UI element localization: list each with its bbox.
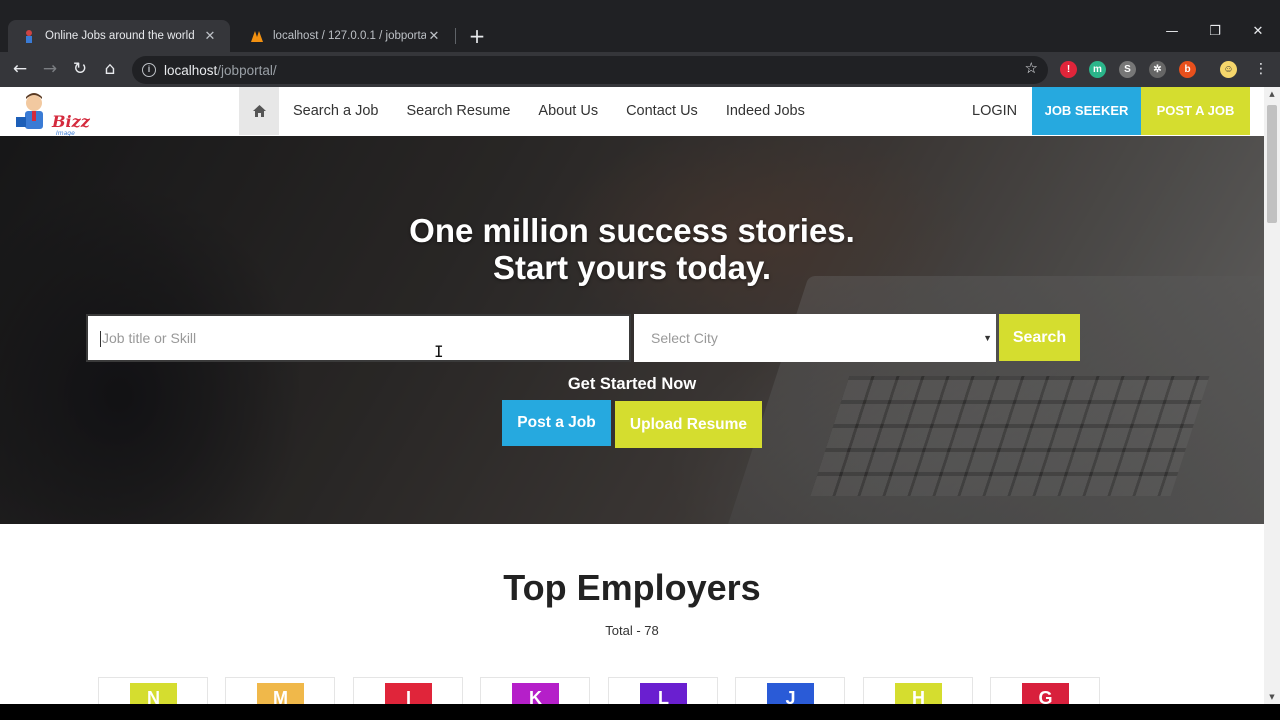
get-started-heading: Get Started Now <box>567 375 697 393</box>
upload-resume-button[interactable]: Upload Resume <box>615 401 762 448</box>
employer-card[interactable]: I <box>353 677 463 704</box>
mascot-logo-icon <box>16 93 43 129</box>
employer-logo: N <box>130 683 177 704</box>
text-caret <box>100 331 101 348</box>
employer-logo: H <box>895 683 942 704</box>
page-viewport: Bizz Image Search a Job Search Resume Ab… <box>0 87 1264 704</box>
tab-title: Online Jobs around the world <box>45 30 195 42</box>
forward-icon[interactable]: → <box>38 58 62 82</box>
bookmark-star-icon[interactable]: ☆ <box>1025 59 1038 77</box>
job-search-placeholder: Job title or Skill <box>102 330 197 346</box>
top-employers-title: Top Employers <box>503 567 761 608</box>
job-search-input[interactable]: Job title or Skill <box>86 314 631 362</box>
window-close-icon[interactable]: ✕ <box>1243 24 1273 44</box>
nav-contact-us[interactable]: Contact Us <box>612 87 712 135</box>
tab-close-icon[interactable]: ✕ <box>426 28 442 44</box>
restore-icon[interactable]: ❐ <box>1200 24 1230 44</box>
back-icon[interactable]: ← <box>8 58 32 82</box>
phpmyadmin-favicon-icon <box>251 31 263 42</box>
login-link[interactable]: LOGIN <box>958 87 1031 135</box>
browser-toolbar: ← → ↻ ⌂ i localhost/jobportal/ ☆ ! m S ✲… <box>0 52 1280 87</box>
employer-card[interactable]: G <box>990 677 1100 704</box>
scroll-down-icon[interactable]: ▼ <box>1264 690 1280 704</box>
employer-logo: G <box>1022 683 1069 704</box>
home-nav-icon[interactable] <box>239 87 279 135</box>
minimize-icon[interactable]: — <box>1157 24 1187 44</box>
nav-indeed-jobs[interactable]: Indeed Jobs <box>712 87 819 135</box>
employer-logo: J <box>767 683 814 704</box>
employer-card[interactable]: J <box>735 677 845 704</box>
site-info-icon[interactable]: i <box>142 63 156 77</box>
extension-gear-icon[interactable]: ✲ <box>1149 61 1166 78</box>
browser-menu-icon[interactable]: ⋮ <box>1249 58 1273 82</box>
nav-search-job[interactable]: Search a Job <box>279 87 392 135</box>
tab-title: localhost / 127.0.0.1 / jobportal / <box>273 30 426 42</box>
tab-separator <box>455 28 456 44</box>
employer-logo: M <box>257 683 304 704</box>
search-button[interactable]: Search <box>999 314 1080 361</box>
hero-headline-2: Start yours today. <box>492 249 772 286</box>
post-a-job-header-button[interactable]: POST A JOB <box>1141 87 1250 135</box>
profile-avatar-icon[interactable]: ☺ <box>1220 61 1237 78</box>
logo-text: Bizz <box>52 112 90 131</box>
site-header: Bizz Image Search a Job Search Resume Ab… <box>0 87 1264 137</box>
home-icon[interactable]: ⌂ <box>98 58 122 82</box>
scrollbar-thumb[interactable] <box>1267 105 1277 223</box>
city-select[interactable]: Select City ▼ <box>634 314 996 362</box>
browser-tab-bar: Online Jobs around the world ✕ localhost… <box>0 0 1280 52</box>
employer-card[interactable]: M <box>225 677 335 704</box>
extension-m-icon[interactable]: m <box>1089 61 1106 78</box>
new-tab-icon[interactable]: + <box>466 26 488 48</box>
tab-close-icon[interactable]: ✕ <box>202 28 218 44</box>
url-path: /jobportal/ <box>217 62 277 78</box>
employer-card[interactable]: H <box>863 677 973 704</box>
extension-s-icon[interactable]: S <box>1119 61 1136 78</box>
site-favicon-icon <box>26 30 32 43</box>
nav-about-us[interactable]: About Us <box>524 87 612 135</box>
employer-logo: K <box>512 683 559 704</box>
employers-total: Total - 78 <box>605 623 659 638</box>
employer-card[interactable]: N <box>98 677 208 704</box>
address-bar[interactable]: i localhost/jobportal/ ☆ <box>132 56 1048 84</box>
bottom-bar <box>0 704 1280 720</box>
main-nav: Search a Job Search Resume About Us Cont… <box>279 87 819 135</box>
hero-headline-1: One million success stories. <box>409 212 855 249</box>
nav-search-resume[interactable]: Search Resume <box>392 87 524 135</box>
job-seeker-button[interactable]: JOB SEEKER <box>1032 87 1141 135</box>
post-a-job-button[interactable]: Post a Job <box>502 400 611 446</box>
employer-logo: L <box>640 683 687 704</box>
scroll-up-icon[interactable]: ▲ <box>1264 87 1280 101</box>
employer-card[interactable]: K <box>480 677 590 704</box>
tab-online-jobs[interactable]: Online Jobs around the world ✕ <box>8 20 230 52</box>
hero-banner: One million success stories. Start yours… <box>0 136 1264 524</box>
employer-logo: I <box>385 683 432 704</box>
employer-card[interactable]: L <box>608 677 718 704</box>
site-logo[interactable]: Bizz Image <box>14 91 94 137</box>
text-cursor-icon: I <box>434 342 444 361</box>
url-host: localhost <box>164 62 218 78</box>
reload-icon[interactable]: ↻ <box>68 58 92 82</box>
page-scrollbar[interactable]: ▲ ▼ <box>1264 87 1280 704</box>
city-select-value: Select City <box>651 330 718 346</box>
extension-b-icon[interactable]: b <box>1179 61 1196 78</box>
dropdown-arrow-icon: ▼ <box>983 333 992 343</box>
extension-red-icon[interactable]: ! <box>1060 61 1077 78</box>
tab-phpmyadmin[interactable]: localhost / 127.0.0.1 / jobportal / ✕ <box>236 20 454 52</box>
